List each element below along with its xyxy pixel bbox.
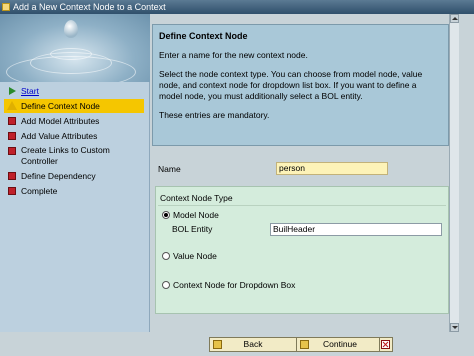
instruction-text: Enter a name for the new context node. [159,50,308,60]
radio-label: Context Node for Dropdown Box [173,280,296,290]
drop-shape [64,20,78,38]
continue-label: Continue [322,339,358,349]
step-add-value-attributes[interactable]: Add Value Attributes [4,129,144,143]
group-label: Context Node Type [160,193,233,203]
step-label: Add Value Attributes [21,131,98,141]
step-start[interactable]: Start [4,84,144,98]
radio-button[interactable] [162,252,170,260]
scroll-up-button[interactable] [450,14,459,23]
continue-button[interactable]: Continue [296,337,384,352]
back-icon [213,340,222,349]
name-row: Name person [158,162,448,176]
instruction-text: These entries are mandatory. [159,110,270,120]
step-start-link[interactable]: Start [21,86,39,96]
red-square-icon [8,117,16,125]
radio-label: Value Node [173,251,217,261]
window-title-bar: Add a New Context Node to a Context [0,0,474,14]
arrow-icon [9,87,16,95]
warning-triangle-icon [7,101,17,110]
radio-button[interactable] [162,211,170,219]
step-label: Add Model Attributes [21,116,100,126]
red-square-icon [8,172,16,180]
button-bar: Back Continue [150,332,474,356]
back-label: Back [243,339,263,349]
radio-button[interactable] [162,281,170,289]
bol-entity-row: BOL Entity BuilHeader [172,223,442,236]
model-node-option[interactable]: Model Node [162,209,219,221]
name-label: Name [158,164,181,174]
step-add-model-attributes[interactable]: Add Model Attributes [4,114,144,128]
step-define-context-node[interactable]: Define Context Node [4,99,144,113]
step-label: Create Links to Custom Controller [21,145,110,166]
bol-entity-input[interactable]: BuilHeader [270,223,442,236]
window-title: Add a New Context Node to a Context [13,2,166,12]
instruction-text: Select the node context type. You can ch… [159,69,423,101]
cancel-button[interactable] [379,337,393,352]
wizard-sidebar: Start Define Context Node Add Model Attr… [0,14,150,332]
step-label: Define Dependency [21,171,96,181]
step-complete[interactable]: Complete [4,184,144,198]
red-square-icon [8,147,16,155]
red-square-icon [8,187,16,195]
app-icon [2,3,10,11]
close-icon [381,340,390,349]
step-label: Complete [21,186,58,196]
radio-label: Model Node [173,210,219,220]
dropdown-node-option[interactable]: Context Node for Dropdown Box [162,279,295,291]
step-create-links[interactable]: Create Links to Custom Controller [4,144,144,168]
wizard-steps: Start Define Context Node Add Model Attr… [4,84,144,199]
bol-entity-label: BOL Entity [172,224,213,234]
name-input[interactable]: person [276,162,388,175]
value-node-option[interactable]: Value Node [162,250,217,262]
red-square-icon [8,132,16,140]
scroll-down-button[interactable] [450,323,459,332]
context-node-type-group: Context Node Type Model Node BOL Entity … [155,186,449,314]
back-button[interactable]: Back [209,337,297,352]
panel-heading: Define Context Node [159,31,248,41]
instructions-panel: Define Context Node Enter a name for the… [152,24,449,146]
vertical-scrollbar[interactable] [449,14,459,332]
step-define-dependency[interactable]: Define Dependency [4,169,144,183]
water-drop-illustration [0,14,150,82]
continue-icon [300,340,309,349]
ripple-ring [6,56,136,82]
group-divider [158,205,446,206]
step-label: Define Context Node [21,101,100,111]
